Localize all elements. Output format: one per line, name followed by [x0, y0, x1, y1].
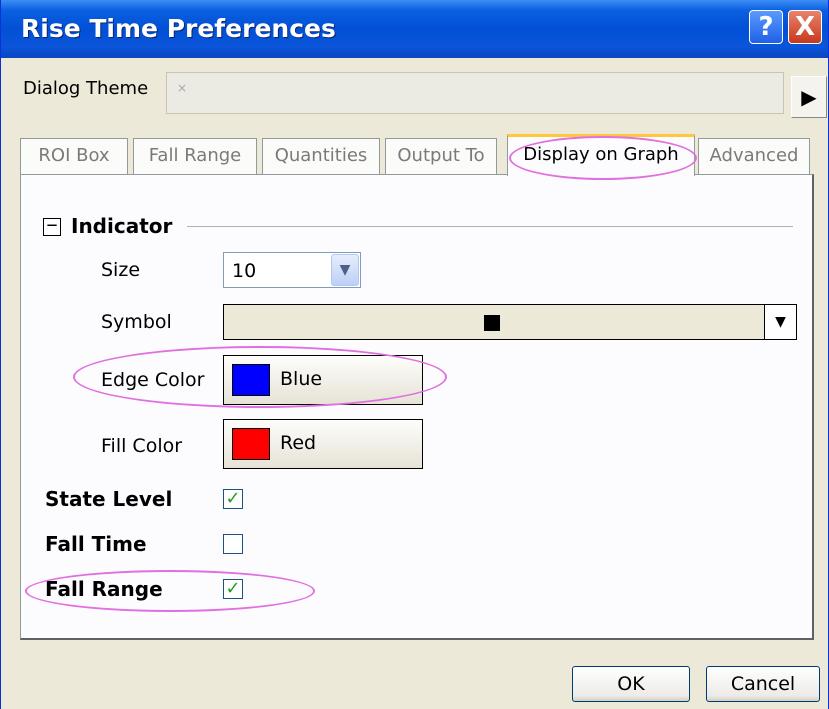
window-title: Rise Time Preferences [21, 14, 336, 43]
chevron-down-icon[interactable]: ▼ [331, 254, 359, 286]
square-symbol-icon [484, 315, 500, 331]
cancel-button[interactable]: Cancel [706, 666, 820, 702]
dialog-window: Rise Time Preferences ? X Dialog Theme ×… [0, 0, 829, 709]
edge-color-swatch [232, 364, 270, 396]
edge-color-value: Blue [280, 368, 323, 390]
tab-advanced[interactable]: Advanced [698, 138, 810, 174]
edge-color-label: Edge Color [101, 369, 205, 391]
edge-color-button[interactable]: Blue [223, 355, 423, 405]
dialog-theme-input[interactable]: × [166, 72, 784, 114]
indicator-section-title: Indicator [71, 214, 173, 238]
size-select[interactable]: 10 ▼ [223, 252, 361, 288]
state-level-label: State Level [45, 487, 173, 511]
chevron-down-icon[interactable]: ▼ [764, 305, 796, 339]
collapse-icon[interactable]: − [43, 217, 61, 236]
dialog-theme-label: Dialog Theme [23, 78, 149, 99]
tab-quantities[interactable]: Quantities [262, 138, 380, 174]
fill-color-value: Red [280, 432, 317, 454]
size-value: 10 [232, 260, 257, 282]
close-button[interactable]: X [788, 10, 822, 44]
help-button[interactable]: ? [749, 10, 783, 44]
state-level-checkbox[interactable]: ✓ [223, 489, 243, 509]
title-bar[interactable]: Rise Time Preferences ? X [1, 0, 828, 58]
ok-button[interactable]: OK [572, 666, 690, 702]
tab-display-on-graph[interactable]: Display on Graph [507, 134, 695, 176]
section-divider [187, 226, 793, 227]
dialog-theme-value: × [177, 81, 188, 95]
tab-panel [20, 174, 814, 640]
fill-color-button[interactable]: Red [223, 419, 423, 469]
size-label: Size [101, 259, 141, 281]
tab-fall-range[interactable]: Fall Range [133, 138, 257, 174]
fill-color-swatch [232, 428, 270, 460]
symbol-label: Symbol [101, 311, 172, 333]
tab-roi-box[interactable]: ROI Box [20, 138, 128, 174]
fall-range-checkbox[interactable]: ✓ [223, 579, 243, 599]
theme-arrow-button[interactable]: ▶ [791, 76, 827, 118]
fill-color-label: Fill Color [101, 435, 183, 457]
fall-time-label: Fall Time [45, 532, 147, 556]
fall-time-checkbox[interactable] [223, 534, 243, 554]
fall-range-label: Fall Range [45, 577, 163, 601]
tab-output-to[interactable]: Output To [385, 138, 497, 174]
symbol-select[interactable]: ▼ [223, 304, 797, 340]
